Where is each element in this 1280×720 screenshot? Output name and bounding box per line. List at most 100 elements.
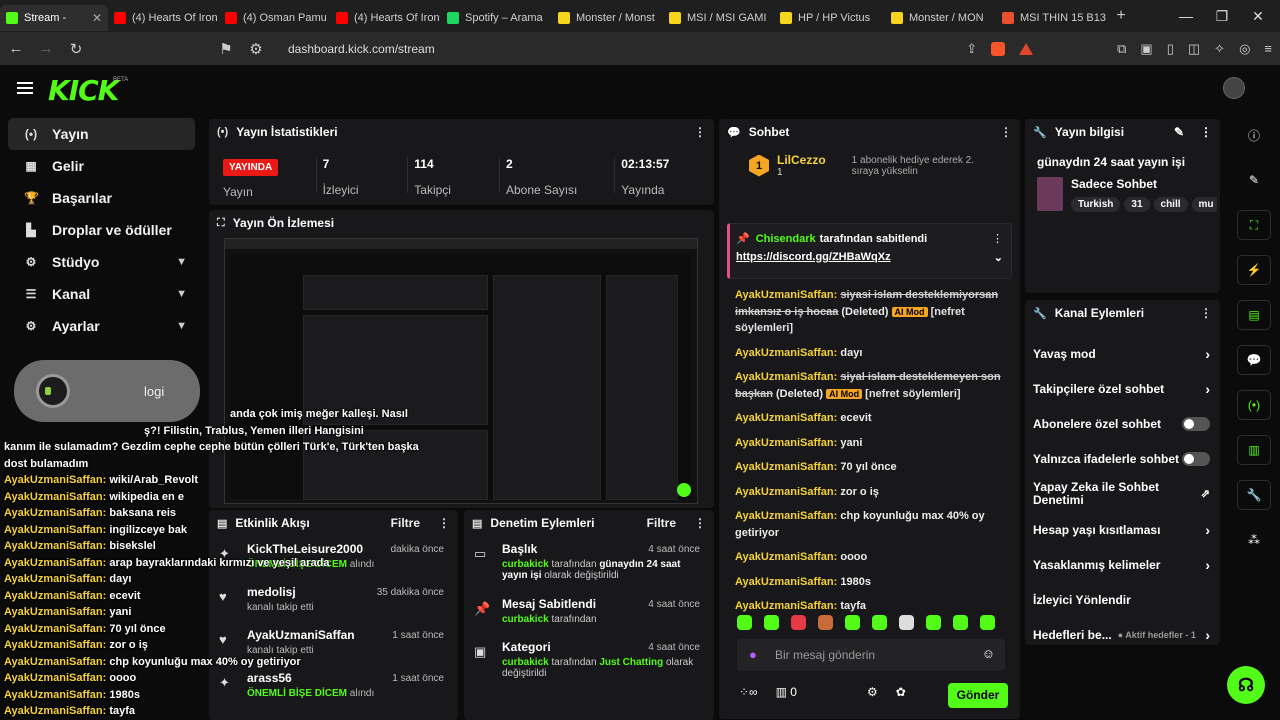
- chat-message[interactable]: AyakUzmaniSaffan: siyasi islam desteklem…: [735, 287, 1005, 337]
- avatar[interactable]: [1223, 77, 1245, 99]
- kebab-menu-icon[interactable]: ⋮: [1200, 306, 1212, 320]
- send-button[interactable]: Gönder: [948, 683, 1008, 708]
- browser-tab[interactable]: HP / HP Victus: [774, 5, 885, 31]
- chat-username[interactable]: AyakUzmaniSaffan:: [735, 510, 837, 522]
- emoji-icon[interactable]: ☺: [982, 646, 995, 661]
- emote-icon[interactable]: [845, 615, 860, 630]
- url-text[interactable]: dashboard.kick.com/stream: [288, 42, 435, 56]
- browser-tab[interactable]: Monster / Monst: [552, 5, 663, 31]
- gear-icon[interactable]: ⚙: [867, 685, 878, 699]
- emote-icon[interactable]: [764, 615, 779, 630]
- restore-icon[interactable]: ❐: [1214, 8, 1230, 25]
- sub-leaderboard[interactable]: 1 LilCezzo 1 1 abonelik hediye ederek 2.…: [719, 145, 1020, 178]
- emote-icon[interactable]: [926, 615, 941, 630]
- layout-icon[interactable]: ▥: [1237, 435, 1271, 465]
- goals-action[interactable]: Hedefleri be... ● Aktif hedefler - 1 ›: [1025, 617, 1220, 652]
- chat-message[interactable]: AyakUzmaniSaffan: ecevit: [735, 410, 1005, 427]
- minimize-icon[interactable]: —: [1178, 8, 1194, 25]
- kebab-menu-icon[interactable]: ⋮: [1000, 125, 1012, 139]
- emote-icon[interactable]: [818, 615, 833, 630]
- browser-tab[interactable]: (4) Hearts Of Iron: [330, 5, 441, 31]
- sidebar-item-ayarlar[interactable]: ⚙ Ayarlar ▼: [8, 310, 195, 342]
- subscribers-only-toggle[interactable]: [1182, 416, 1210, 431]
- new-tab-button[interactable]: +: [1109, 7, 1133, 25]
- banned-words-action[interactable]: Yasaklanmış kelimeler ›: [1025, 547, 1220, 582]
- sidebar-item-kanal[interactable]: ☰ Kanal ▼: [8, 278, 195, 310]
- sidebar-toggle-icon[interactable]: ▯: [1167, 41, 1174, 57]
- slow-mode-action[interactable]: Yavaş mod ›: [1025, 336, 1220, 371]
- site-info-icon[interactable]: ⚙: [248, 40, 264, 58]
- emotes-only-toggle[interactable]: [1182, 451, 1210, 466]
- chat-message[interactable]: AyakUzmaniSaffan: oooo: [735, 549, 1005, 566]
- microphone-icon[interactable]: ●: [749, 647, 757, 662]
- chat-username[interactable]: AyakUzmaniSaffan:: [735, 437, 837, 449]
- unpin-icon[interactable]: ⋮: [992, 232, 1003, 245]
- ai-moderation-action[interactable]: Yapay Zeka ile Sohbet Denetimi ⇗: [1025, 476, 1220, 512]
- emote-icon[interactable]: [872, 615, 887, 630]
- back-icon[interactable]: ←: [8, 40, 24, 57]
- emote-icon[interactable]: [980, 615, 995, 630]
- browser-tab[interactable]: Stream - ✕: [0, 5, 108, 31]
- chat-message[interactable]: AyakUzmaniSaffan: zor o iş: [735, 484, 1005, 501]
- gift-icon[interactable]: ▥ 0: [776, 685, 797, 699]
- kebab-menu-icon[interactable]: ⋮: [694, 516, 706, 530]
- reload-icon[interactable]: ↻: [68, 40, 84, 58]
- broadcast-icon[interactable]: (•): [1237, 390, 1271, 420]
- emote-icon[interactable]: [899, 615, 914, 630]
- sidebar-item-gelir[interactable]: ▦ Gelir: [8, 150, 195, 182]
- rewards-icon[interactable]: [1019, 42, 1034, 55]
- chat-message[interactable]: AyakUzmaniSaffan: 1980s: [735, 574, 1005, 591]
- chat-input[interactable]: ● Bir mesaj gönderin ☺: [737, 639, 1005, 671]
- leo-icon[interactable]: ✧: [1214, 41, 1225, 57]
- chat-icon[interactable]: 💬: [1237, 345, 1271, 375]
- reader-icon[interactable]: ▣: [1140, 41, 1152, 57]
- chat-message[interactable]: AyakUzmaniSaffan: tayfa: [735, 598, 1005, 615]
- chat-settings-icon[interactable]: ✿: [896, 685, 906, 699]
- chat-username[interactable]: AyakUzmaniSaffan:: [735, 551, 837, 563]
- chat-message[interactable]: AyakUzmaniSaffan: siyal islam destekleme…: [735, 369, 1005, 402]
- browser-tab[interactable]: (4) Osman Pamu: [219, 5, 330, 31]
- chat-username[interactable]: AyakUzmaniSaffan:: [735, 600, 837, 612]
- chat-username[interactable]: AyakUzmaniSaffan:: [735, 347, 837, 359]
- browser-tab[interactable]: (4) Hearts Of Iron: [108, 5, 219, 31]
- raid-action[interactable]: İzleyici Yönlendir: [1025, 582, 1220, 617]
- chevron-down-icon[interactable]: ⌄: [994, 251, 1003, 264]
- chat-username[interactable]: AyakUzmaniSaffan:: [735, 576, 837, 588]
- browser-tab[interactable]: Spotify – Arama: [441, 5, 552, 31]
- emote-icon[interactable]: [953, 615, 968, 630]
- help-button[interactable]: ☊: [1227, 666, 1265, 704]
- pinned-link[interactable]: https://discord.gg/ZHBaWqXz: [736, 251, 891, 264]
- menu-icon[interactable]: ≡: [1264, 41, 1272, 56]
- share-icon[interactable]: ⇪: [966, 41, 977, 57]
- browser-tab[interactable]: MSI / MSI GAMI: [663, 5, 774, 31]
- sidebar-item-studyo[interactable]: ⚙ Stüdyo ▼: [8, 246, 195, 278]
- kick-logo[interactable]: KICK: [48, 74, 119, 107]
- bookmark-icon[interactable]: ⚑: [218, 40, 234, 58]
- extensions-icon[interactable]: ⧉: [1117, 41, 1126, 57]
- notes-icon[interactable]: ▤: [1237, 300, 1271, 330]
- edit-icon[interactable]: ✎: [1174, 125, 1184, 139]
- chat-username[interactable]: AyakUzmaniSaffan:: [735, 461, 837, 473]
- forward-icon[interactable]: →: [38, 40, 54, 57]
- kebab-menu-icon[interactable]: ⋮: [1200, 125, 1212, 139]
- hamburger-menu-icon[interactable]: [17, 82, 33, 94]
- info-icon[interactable]: ⓘ: [1237, 120, 1271, 150]
- points-icon[interactable]: ⁘∞: [739, 685, 758, 699]
- filter-button[interactable]: Filtre: [647, 516, 676, 530]
- chat-message[interactable]: AyakUzmaniSaffan: yani: [735, 435, 1005, 452]
- emote-icon[interactable]: [737, 615, 752, 630]
- emote-icon[interactable]: [791, 615, 806, 630]
- brave-shield-icon[interactable]: [991, 41, 1006, 56]
- wrench-icon[interactable]: 🔧: [1237, 480, 1271, 510]
- chat-message[interactable]: AyakUzmaniSaffan: 70 yıl önce: [735, 459, 1005, 476]
- close-tab-icon[interactable]: ✕: [92, 11, 102, 25]
- chat-message[interactable]: AyakUzmaniSaffan: chp koyunluğu max 40% …: [735, 508, 1005, 541]
- browser-tab[interactable]: Monster / MON: [885, 5, 996, 31]
- sidebar-item-yayin[interactable]: (•) Yayın: [8, 118, 195, 150]
- chat-username[interactable]: AyakUzmaniSaffan:: [735, 371, 837, 383]
- vpn-icon[interactable]: ◎: [1239, 41, 1250, 57]
- wallet-icon[interactable]: ◫: [1188, 41, 1200, 57]
- chat-message[interactable]: AyakUzmaniSaffan: dayı: [735, 345, 1005, 362]
- account-age-action[interactable]: Hesap yaşı kısıtlaması ›: [1025, 512, 1220, 547]
- share-nodes-icon[interactable]: ⁂: [1237, 525, 1271, 555]
